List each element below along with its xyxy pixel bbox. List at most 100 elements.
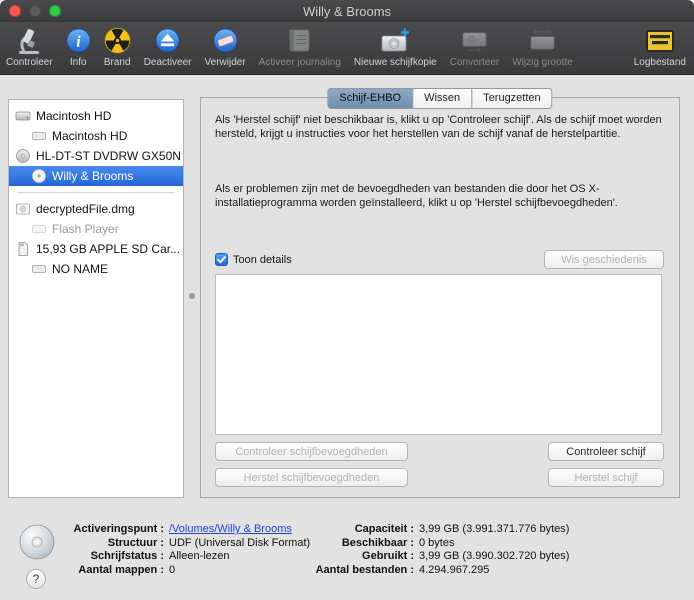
toolbar-label: Wijzig grootte — [512, 57, 573, 68]
toolbar-button-deactiveer[interactable]: Deactiveer — [144, 25, 192, 68]
disc-icon — [31, 168, 47, 184]
sidebar-item-label: Macintosh HD — [36, 109, 111, 123]
info-label: Gebruikt : — [296, 550, 414, 564]
svg-text:i: i — [76, 33, 81, 50]
toolbar-label: Converteer — [450, 57, 499, 68]
toolbar-label: Info — [70, 57, 87, 68]
info-column-left: Activeringspunt : /Volumes/Willy & Broom… — [36, 523, 310, 577]
tab-bar: Schijf-EHBO Wissen Terugzetten — [327, 88, 552, 109]
toolbar-button-controleer[interactable]: Controleer — [6, 25, 53, 68]
sidebar-item-flash-player[interactable]: Flash Player — [9, 219, 183, 239]
info-icon: i — [66, 25, 91, 56]
sidebar-item-label: Willy & Brooms — [52, 169, 133, 183]
burn-icon — [104, 25, 131, 56]
sidebar-item-label: NO NAME — [52, 262, 108, 276]
first-aid-paragraph-2: Als er problemen zijn met de bevoegdhede… — [215, 182, 665, 210]
sidebar-item-label: Macintosh HD — [52, 129, 127, 143]
toolbar-label: Activeer journaling — [259, 57, 341, 68]
erase-icon — [213, 25, 238, 56]
toolbar-button-logbestand[interactable]: Logbestand — [634, 25, 686, 68]
sidebar-separator — [17, 192, 175, 193]
journal-icon — [288, 25, 311, 56]
resize-icon — [529, 25, 556, 56]
info-label: Aantal mappen : — [36, 564, 164, 578]
tab-terugzetten[interactable]: Terugzetten — [472, 88, 552, 109]
info-label: Schrijfstatus : — [36, 550, 164, 564]
toolbar-label: Brand — [104, 57, 131, 68]
sidebar-item-label: decryptedFile.dmg — [36, 202, 135, 216]
wis-geschiedenis-button[interactable]: Wis geschiedenis — [544, 250, 664, 269]
splitter-handle[interactable] — [189, 293, 195, 299]
toon-details-label: Toon details — [233, 254, 292, 266]
info-value: Alleen-lezen — [169, 550, 230, 564]
herstel-schijf-button[interactable]: Herstel schijf — [548, 468, 664, 487]
tab-wissen[interactable]: Wissen — [413, 88, 472, 109]
info-label: Capaciteit : — [296, 523, 414, 537]
disk-image-icon — [15, 201, 31, 217]
info-row-folder-count: Aantal mappen : 0 — [36, 564, 310, 578]
controleer-schijfbevoegdheden-button[interactable]: Controleer schijfbevoegdheden — [215, 442, 408, 461]
toolbar: Controleer i Info — [0, 22, 694, 75]
sidebar-item-optical-drive[interactable]: HL-DT-ST DVDRW GX50N — [9, 146, 183, 166]
show-details-row: Toon details — [215, 253, 292, 266]
info-label: Beschikbaar : — [296, 537, 414, 551]
info-value: 3,99 GB (3.991.371.776 bytes) — [419, 523, 569, 537]
optical-drive-icon — [15, 148, 31, 164]
info-row-mount-point: Activeringspunt : /Volumes/Willy & Broom… — [36, 523, 310, 537]
first-aid-paragraph-1: Als 'Herstel schijf' niet beschikbaar is… — [215, 113, 665, 141]
info-label: Structuur : — [36, 537, 164, 551]
toon-details-checkbox[interactable] — [215, 253, 228, 266]
sd-card-icon — [15, 241, 31, 257]
sidebar-item-willy-brooms[interactable]: Willy & Brooms — [9, 166, 183, 186]
sidebar-item-label: 15,93 GB APPLE SD Car... — [36, 242, 180, 256]
toolbar-button-wijzig-grootte[interactable]: Wijzig grootte — [512, 25, 573, 68]
info-row-used: Gebruikt : 3,99 GB (3.990.302.720 bytes) — [296, 550, 569, 564]
new-disk-image-icon — [380, 25, 410, 56]
sidebar-item-macintosh-hd-volume[interactable]: Macintosh HD — [9, 126, 183, 146]
microscope-icon — [16, 25, 42, 56]
toolbar-button-info[interactable]: i Info — [66, 25, 91, 68]
toolbar-label: Controleer — [6, 57, 53, 68]
info-row-format: Structuur : UDF (Universal Disk Format) — [36, 537, 310, 551]
info-footer: ? Activeringspunt : /Volumes/Willy & Bro… — [0, 517, 694, 600]
titlebar: Willy & Brooms — [0, 0, 694, 22]
volume-icon — [31, 261, 47, 277]
checkmark-icon — [216, 254, 227, 265]
internal-drive-icon — [15, 108, 31, 124]
sidebar-item-label: HL-DT-ST DVDRW GX50N — [36, 149, 181, 163]
device-sidebar: Macintosh HD Macintosh HD HL-DT-ST DVDRW… — [8, 99, 184, 498]
toolbar-button-brand[interactable]: Brand — [104, 25, 131, 68]
info-value: 3,99 GB (3.990.302.720 bytes) — [419, 550, 569, 564]
info-row-capacity: Capaciteit : 3,99 GB (3.991.371.776 byte… — [296, 523, 569, 537]
herstel-schijfbevoegdheden-button[interactable]: Herstel schijfbevoegdheden — [215, 468, 408, 487]
info-row-file-count: Aantal bestanden : 4.294.967.295 — [296, 564, 569, 578]
toolbar-label: Deactiveer — [144, 57, 192, 68]
mount-point-link[interactable]: /Volumes/Willy & Brooms — [169, 523, 292, 537]
convert-icon — [461, 25, 488, 56]
toolbar-label: Verwijder — [205, 57, 246, 68]
window-title: Willy & Brooms — [0, 4, 694, 19]
info-value: 0 bytes — [419, 537, 454, 551]
sidebar-item-macintosh-hd-disk[interactable]: Macintosh HD — [9, 106, 183, 126]
toolbar-label: Nieuwe schijfkopie — [354, 57, 437, 68]
tab-schijf-ehbo[interactable]: Schijf-EHBO — [327, 88, 413, 109]
volume-icon — [31, 128, 47, 144]
controleer-schijf-button[interactable]: Controleer schijf — [548, 442, 664, 461]
toolbar-button-verwijder[interactable]: Verwijder — [205, 25, 246, 68]
sidebar-item-no-name[interactable]: NO NAME — [9, 259, 183, 279]
sidebar-item-decryptedfile-dmg[interactable]: decryptedFile.dmg — [9, 199, 183, 219]
toolbar-label: Logbestand — [634, 57, 686, 68]
eject-icon — [155, 25, 180, 56]
toolbar-button-activeer-journaling[interactable]: Activeer journaling — [259, 25, 341, 68]
main-panel: Schijf-EHBO Wissen Terugzetten Als 'Hers… — [200, 97, 680, 498]
sidebar-item-sd-card[interactable]: 15,93 GB APPLE SD Car... — [9, 239, 183, 259]
info-column-right: Capaciteit : 3,99 GB (3.991.371.776 byte… — [296, 523, 569, 577]
info-value: 4.294.967.295 — [419, 564, 489, 578]
first-aid-output-area — [215, 274, 662, 435]
info-row-write-status: Schrijfstatus : Alleen-lezen — [36, 550, 310, 564]
log-icon — [645, 25, 675, 56]
toolbar-button-converteer[interactable]: Converteer — [450, 25, 499, 68]
toolbar-button-nieuwe-schijfkopie[interactable]: Nieuwe schijfkopie — [354, 25, 437, 68]
volume-icon — [31, 221, 47, 237]
info-row-available: Beschikbaar : 0 bytes — [296, 537, 569, 551]
